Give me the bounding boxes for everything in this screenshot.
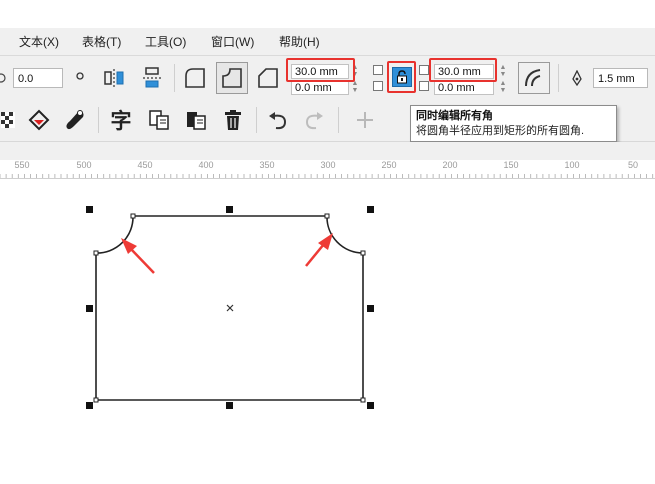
delete-icon[interactable] [219,106,247,134]
menu-help[interactable]: 帮助(H) [279,33,320,50]
selection-handle[interactable] [226,206,233,213]
paste-icon[interactable] [182,106,210,134]
eyedropper-icon[interactable] [60,106,90,134]
separator [558,64,559,92]
ruler-label: 550 [14,160,30,170]
title-strip [0,0,655,28]
center-mark [226,304,234,312]
selection-handle[interactable] [367,402,374,409]
corner-chamfer-icon[interactable] [254,64,282,92]
corner-radius-bottom-right-field[interactable]: 0.0 mm [434,80,494,95]
corner-checkbox-icon[interactable] [418,80,430,92]
ruler-label: 400 [198,160,214,170]
selection-handle[interactable] [226,402,233,409]
ruler-label: 350 [259,160,275,170]
ruler-label: 50 [627,160,639,170]
horizontal-ruler: 550 500 450 400 350 300 250 200 150 100 … [0,160,655,179]
selection-handle[interactable] [86,206,93,213]
corner-checkbox-icon[interactable] [372,64,384,76]
drawing-canvas[interactable] [0,179,655,484]
node-point[interactable] [360,250,366,256]
mirror-horizontal-icon[interactable] [100,64,128,92]
pen-nib-icon [568,68,586,88]
property-bar: 0.0 30.0 mm 0.0 mm ▲ ▼ ▲ ▼ 30.0 mm 0.0 mm … [0,56,655,101]
outline-width-field[interactable]: 1.5 mm [593,68,648,88]
tooltip: 同时编辑所有角 将圆角半径应用到矩形的所有圆角. [410,105,617,142]
checkerboard-icon[interactable] [0,107,16,133]
node-point[interactable] [360,397,366,403]
add-icon[interactable] [352,106,378,134]
corner-round-icon[interactable] [181,64,209,92]
menu-bar: 文本(X) 表格(T) 工具(O) 窗口(W) 帮助(H) [0,28,655,56]
tooltip-body: 将圆角半径应用到矩形的所有圆角. [416,125,585,137]
spin-arrows-icon[interactable]: ▲ ▼ [350,80,360,95]
ruler-label: 500 [76,160,92,170]
ruler-label: 200 [442,160,458,170]
separator [338,107,339,133]
tooltip-title: 同时编辑所有角 [416,110,493,122]
node-point[interactable] [130,213,136,219]
separator [256,107,257,133]
corner-scallop-icon[interactable] [216,62,248,94]
menu-window[interactable]: 窗口(W) [211,33,254,50]
scale-corners-icon[interactable] [518,62,550,94]
fill-bucket-icon[interactable] [24,106,54,134]
node-point[interactable] [324,213,330,219]
spin-arrows-icon[interactable]: ▲ ▼ [498,80,508,95]
degree-icon [74,70,86,84]
selection-handle[interactable] [86,305,93,312]
ruler-label: 450 [137,160,153,170]
separator [174,64,175,92]
toolbar-gap [0,142,655,160]
spin-arrows-icon[interactable]: ▲ ▼ [498,64,508,79]
separator [98,107,99,133]
mirror-vertical-icon[interactable] [138,64,166,92]
menu-text[interactable]: 文本(X) [19,33,59,50]
menu-table[interactable]: 表格(T) [82,33,121,50]
ruler-label: 100 [564,160,580,170]
copy-properties-icon[interactable] [145,106,173,134]
corner-radius-highlight [286,58,355,82]
node-point[interactable] [93,397,99,403]
lock-highlight [387,61,416,93]
annotation-arrow-right [305,233,333,267]
corner-checkbox-icon[interactable] [372,80,384,92]
ruler-label: 300 [320,160,336,170]
ruler-label: 250 [381,160,397,170]
ruler-label: 150 [503,160,519,170]
redo-icon[interactable] [300,106,328,134]
menu-tools[interactable]: 工具(O) [145,33,186,50]
selection-handle[interactable] [367,305,374,312]
position-field[interactable]: 0.0 [13,68,63,88]
undo-icon[interactable] [264,106,292,134]
selection-handle[interactable] [86,402,93,409]
node-point[interactable] [93,250,99,256]
selection-handle[interactable] [367,206,374,213]
corner-radius-bottom-left-field[interactable]: 0.0 mm [291,80,349,95]
text-tool-icon[interactable]: 字 [106,106,136,134]
radio-icon[interactable] [0,68,8,88]
corner-radius-highlight [429,58,497,82]
annotation-arrow-left [121,238,155,274]
